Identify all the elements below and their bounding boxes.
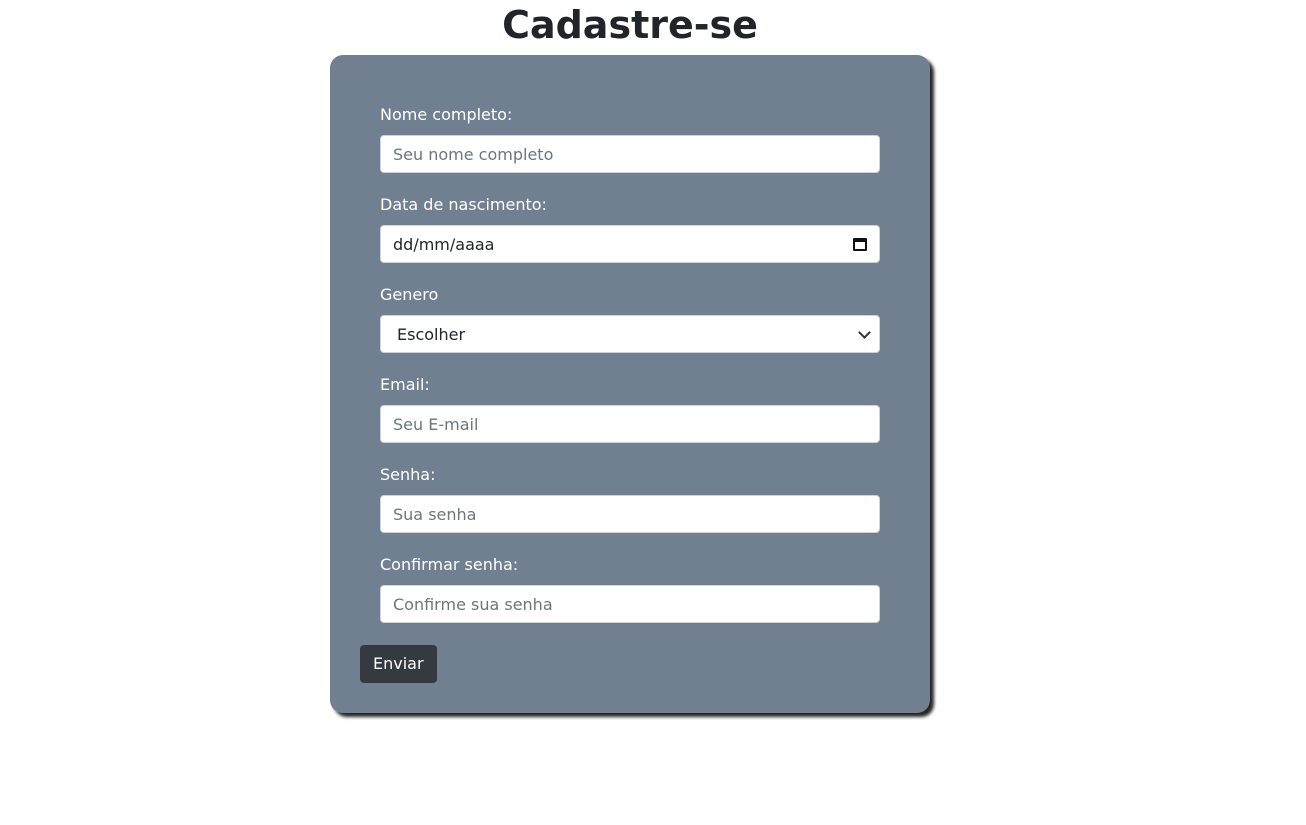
email-field: Email: <box>380 375 880 443</box>
password-label: Senha: <box>380 465 436 484</box>
password-field: Senha: <box>380 465 880 533</box>
calendar-icon[interactable] <box>853 237 867 251</box>
confirm-password-field: Confirmar senha: <box>380 555 880 623</box>
confirm-password-label: Confirmar senha: <box>380 555 519 574</box>
signup-form-card: Nome completo: Data de nascimento: dd/mm… <box>330 55 930 713</box>
full-name-input[interactable] <box>380 135 880 173</box>
gender-label: Genero <box>380 285 439 304</box>
chevron-down-icon <box>858 325 871 339</box>
birth-date-value: dd/mm/aaaa <box>393 234 495 254</box>
full-name-field: Nome completo: <box>380 105 880 173</box>
gender-select-value: Escolher <box>397 324 466 344</box>
full-name-label: Nome completo: <box>380 105 513 124</box>
birth-date-field: Data de nascimento: dd/mm/aaaa <box>380 195 880 263</box>
gender-field: Genero Escolher <box>380 285 880 353</box>
gender-select[interactable]: Escolher <box>380 315 880 353</box>
email-label: Email: <box>380 375 430 394</box>
confirm-password-input[interactable] <box>380 585 880 623</box>
submit-button[interactable]: Enviar <box>360 645 437 683</box>
email-input[interactable] <box>380 405 880 443</box>
password-input[interactable] <box>380 495 880 533</box>
birth-date-input[interactable]: dd/mm/aaaa <box>380 225 880 263</box>
page-title: Cadastre-se <box>502 3 758 47</box>
birth-date-label: Data de nascimento: <box>380 195 547 214</box>
